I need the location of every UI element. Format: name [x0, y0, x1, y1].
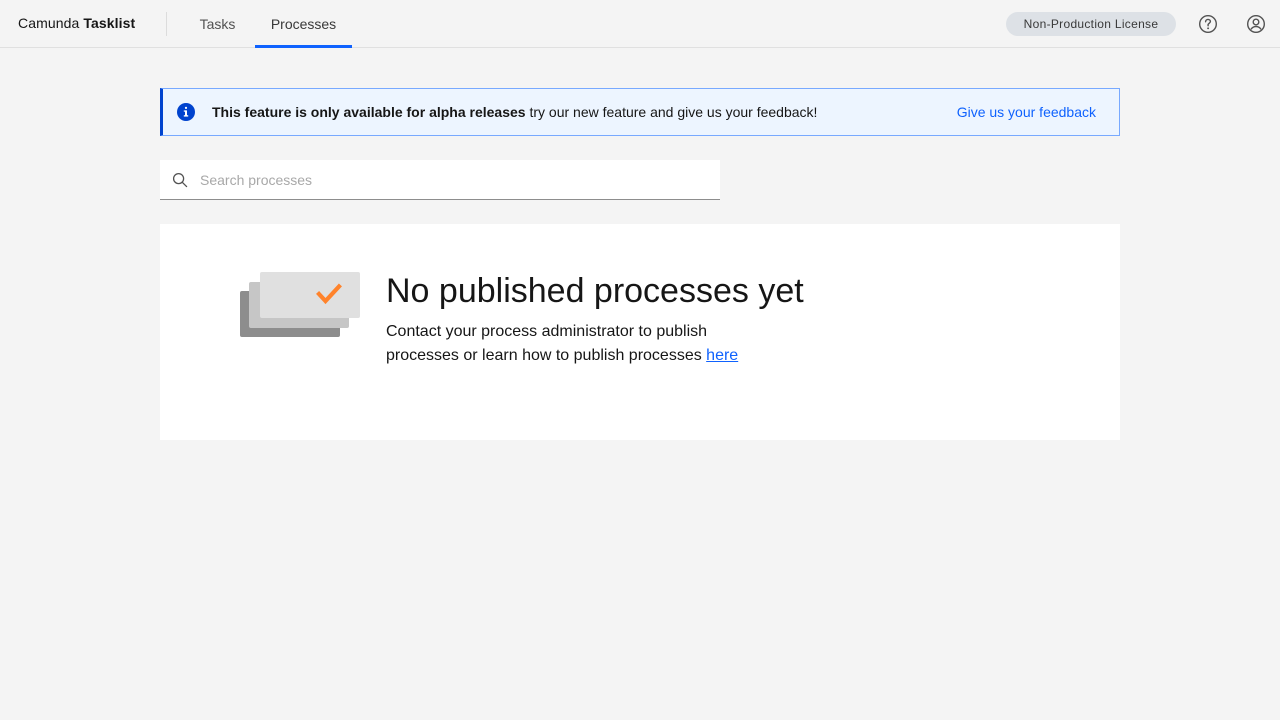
empty-state-card: No published processes yet Contact your …: [160, 224, 1120, 440]
app-brand[interactable]: Camunda Tasklist: [18, 15, 135, 31]
notification-body: try our new feature and give us your fee…: [525, 104, 818, 120]
search-icon: [172, 172, 188, 188]
license-badge: Non-Production License: [1006, 12, 1176, 36]
info-icon: [177, 103, 195, 121]
notification-message: This feature is only available for alpha…: [212, 104, 817, 120]
search-processes-field: [160, 160, 720, 200]
brand-prefix: Camunda: [18, 15, 80, 31]
app-header: Camunda Tasklist Tasks Processes Non-Pro…: [0, 0, 1280, 48]
feedback-link[interactable]: Give us your feedback: [957, 104, 1096, 120]
publish-help-link[interactable]: here: [706, 347, 738, 364]
empty-state-description: Contact your process administrator to pu…: [386, 320, 766, 368]
tab-tasks[interactable]: Tasks: [184, 0, 251, 47]
search-input[interactable]: [200, 160, 710, 199]
alpha-notification: This feature is only available for alpha…: [160, 88, 1120, 136]
brand-name: Tasklist: [83, 15, 136, 31]
empty-state-text: Contact your process administrator to pu…: [386, 323, 708, 364]
empty-state-title: No published processes yet: [386, 272, 804, 310]
empty-processes-illustration: [240, 272, 360, 338]
help-icon[interactable]: [1196, 12, 1220, 36]
notification-title: This feature is only available for alpha…: [212, 104, 526, 120]
tab-processes[interactable]: Processes: [255, 0, 352, 48]
header-divider: [166, 12, 167, 36]
user-avatar-icon[interactable]: [1244, 12, 1268, 36]
